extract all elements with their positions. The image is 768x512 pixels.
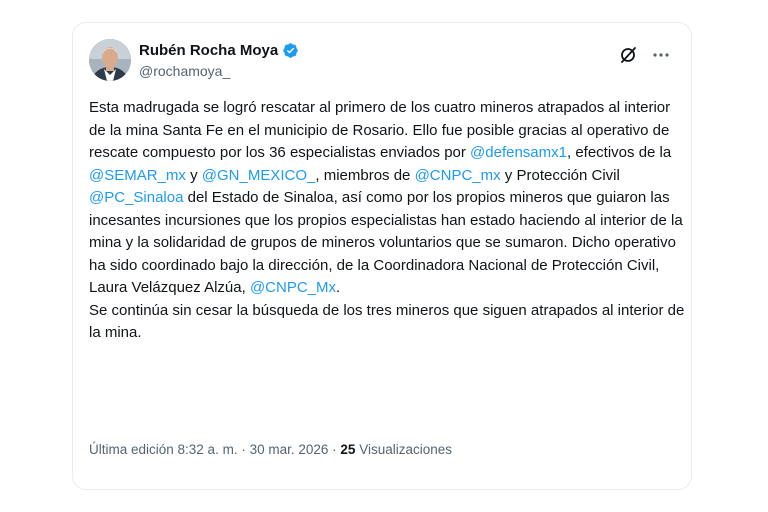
- tweet-text-segment: , miembros de: [315, 166, 415, 184]
- meta-separator: ·: [328, 442, 341, 457]
- mention-link[interactable]: @CNPC_mx: [415, 167, 501, 184]
- avatar[interactable]: [89, 39, 131, 81]
- verified-badge-icon: [282, 42, 299, 59]
- tweet-text-segment: y Protección Civil: [500, 166, 620, 184]
- mention-link[interactable]: @PC_Sinaloa: [89, 189, 183, 206]
- meta-separator: ·: [237, 442, 250, 457]
- tweet-card: Rubén Rocha Moya @rochamoya_ Esta madrug…: [72, 22, 692, 490]
- tweet-text-segment: Se continúa sin cesar la búsqueda de los…: [89, 301, 685, 342]
- views-count: 25: [340, 442, 356, 457]
- mention-link[interactable]: @SEMAR_mx: [89, 167, 186, 184]
- tweet-meta: Última edición 8:32 a. m. · 30 mar. 2026…: [89, 442, 452, 457]
- mention-link[interactable]: @defensamx1: [470, 144, 567, 161]
- more-icon[interactable]: [651, 45, 671, 65]
- tweet-text-segment: .: [336, 279, 341, 296]
- tweet-text-segment: y: [185, 166, 202, 184]
- header-actions: [619, 45, 671, 65]
- tweet-date[interactable]: 30 mar. 2026: [250, 442, 329, 457]
- mention-link[interactable]: @CNPC_Mx: [250, 279, 336, 296]
- views-label: Visualizaciones: [359, 442, 452, 457]
- display-name-row: Rubén Rocha Moya: [139, 39, 299, 61]
- tweet-text: Esta madrugada se logró rescatar al prim…: [89, 97, 689, 345]
- grok-icon[interactable]: [619, 45, 639, 65]
- author-handle[interactable]: @rochamoya_: [139, 61, 299, 81]
- display-name[interactable]: Rubén Rocha Moya: [139, 42, 278, 59]
- avatar-image: [89, 39, 131, 81]
- author-names: Rubén Rocha Moya @rochamoya_: [139, 39, 299, 81]
- tweet-text-segment: , efectivos de la: [567, 144, 672, 161]
- mention-link[interactable]: @GN_MEXICO_: [202, 167, 316, 184]
- tweet-header: Rubén Rocha Moya @rochamoya_: [89, 39, 675, 83]
- edited-timestamp[interactable]: Última edición 8:32 a. m.: [89, 442, 238, 457]
